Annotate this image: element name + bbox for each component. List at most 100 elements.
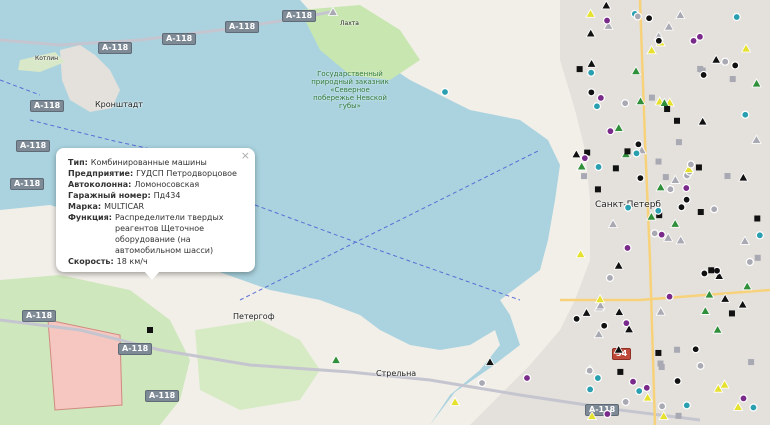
vehicle-marker-icon[interactable]: [699, 70, 708, 80]
vehicle-marker-icon[interactable]: [728, 310, 735, 317]
vehicle-marker-icon[interactable]: [614, 306, 625, 316]
vehicle-marker-icon[interactable]: [673, 117, 680, 124]
vehicle-marker-icon[interactable]: [580, 154, 589, 163]
vehicle-marker-icon[interactable]: [601, 0, 612, 10]
vehicle-marker-icon[interactable]: [596, 93, 605, 103]
vehicle-marker-icon[interactable]: [655, 306, 666, 316]
vehicle-marker-icon[interactable]: [691, 345, 700, 354]
vehicle-marker-icon[interactable]: [697, 116, 708, 126]
vehicle-marker-icon[interactable]: [654, 206, 663, 215]
vehicle-marker-icon[interactable]: [617, 368, 624, 375]
vehicle-marker-icon[interactable]: [682, 183, 691, 193]
vehicle-marker-icon[interactable]: [731, 61, 740, 70]
vehicle-marker-icon[interactable]: [586, 58, 597, 68]
vehicle-marker-icon[interactable]: [740, 43, 752, 53]
vehicle-marker-icon[interactable]: [732, 401, 744, 411]
vehicle-marker-icon[interactable]: [682, 195, 691, 204]
vehicle-marker-icon[interactable]: [477, 378, 487, 388]
vehicle-marker-icon[interactable]: [742, 281, 753, 291]
vehicle-marker-icon[interactable]: [624, 148, 631, 155]
vehicle-marker-icon[interactable]: [657, 360, 664, 367]
vehicle-marker-icon[interactable]: [737, 299, 748, 309]
vehicle-marker-icon[interactable]: [748, 359, 755, 366]
vehicle-marker-icon[interactable]: [581, 173, 588, 180]
vehicle-marker-icon[interactable]: [657, 402, 667, 411]
vehicle-marker-icon[interactable]: [645, 14, 654, 23]
vehicle-marker-icon[interactable]: [654, 36, 663, 45]
vehicle-marker-icon[interactable]: [594, 162, 603, 172]
vehicle-marker-icon[interactable]: [607, 218, 619, 228]
vehicle-marker-icon[interactable]: [729, 76, 736, 83]
vehicle-marker-icon[interactable]: [700, 305, 711, 315]
vehicle-marker-icon[interactable]: [710, 54, 722, 64]
vehicle-marker-icon[interactable]: [719, 293, 731, 303]
vehicle-marker-icon[interactable]: [697, 209, 704, 216]
vehicle-marker-icon[interactable]: [613, 260, 624, 270]
vehicle-marker-icon[interactable]: [621, 397, 630, 407]
vehicle-marker-icon[interactable]: [576, 66, 583, 73]
vehicle-marker-icon[interactable]: [664, 106, 671, 113]
vehicle-marker-icon[interactable]: [655, 181, 666, 192]
vehicle-marker-icon[interactable]: [708, 267, 715, 274]
vehicle-marker-icon[interactable]: [636, 174, 645, 183]
vehicle-marker-icon[interactable]: [642, 383, 651, 392]
vehicle-marker-icon[interactable]: [646, 211, 657, 221]
vehicle-marker-icon[interactable]: [632, 149, 641, 158]
vehicle-marker-icon[interactable]: [682, 401, 691, 410]
vehicle-marker-icon[interactable]: [696, 361, 705, 370]
vehicle-marker-icon[interactable]: [635, 386, 644, 396]
vehicle-marker-icon[interactable]: [592, 102, 602, 111]
vehicle-marker-icon[interactable]: [602, 16, 612, 25]
vehicle-marker-icon[interactable]: [576, 161, 587, 171]
vehicle-marker-icon[interactable]: [724, 173, 731, 180]
vehicle-marker-icon[interactable]: [751, 134, 762, 144]
vehicle-marker-icon[interactable]: [594, 293, 606, 304]
vehicle-marker-icon[interactable]: [754, 254, 761, 261]
vehicle-marker-icon[interactable]: [751, 78, 762, 88]
vehicle-marker-icon[interactable]: [623, 243, 632, 253]
popup-close-icon[interactable]: ×: [241, 150, 250, 161]
vehicle-marker-icon[interactable]: [695, 32, 705, 41]
vehicle-marker-icon[interactable]: [655, 158, 662, 165]
vehicle-marker-icon[interactable]: [603, 409, 612, 419]
vehicle-marker-icon[interactable]: [484, 356, 496, 366]
vehicle-marker-icon[interactable]: [732, 12, 741, 22]
vehicle-marker-icon[interactable]: [572, 314, 581, 323]
vehicle-marker-icon[interactable]: [650, 229, 659, 238]
vehicle-marker-icon[interactable]: [739, 235, 751, 245]
vehicle-marker-icon[interactable]: [677, 203, 686, 212]
vehicle-marker-icon[interactable]: [147, 327, 153, 333]
vehicle-marker-icon[interactable]: [585, 366, 594, 375]
vehicle-marker-icon[interactable]: [675, 9, 686, 19]
vehicle-marker-icon[interactable]: [633, 12, 642, 21]
vehicle-marker-icon[interactable]: [674, 346, 681, 353]
vehicle-marker-icon[interactable]: [585, 8, 596, 18]
vehicle-marker-icon[interactable]: [605, 273, 615, 282]
vehicle-marker-icon[interactable]: [575, 248, 586, 259]
vehicle-marker-icon[interactable]: [755, 231, 764, 240]
vehicle-marker-icon[interactable]: [571, 148, 582, 159]
vehicle-marker-icon[interactable]: [586, 410, 598, 420]
vehicle-marker-icon[interactable]: [662, 174, 669, 181]
vehicle-marker-icon[interactable]: [700, 269, 709, 278]
vehicle-marker-icon[interactable]: [594, 186, 601, 193]
vehicle-marker-icon[interactable]: [663, 21, 675, 31]
vehicle-marker-icon[interactable]: [330, 354, 342, 364]
vehicle-marker-icon[interactable]: [712, 324, 723, 334]
vehicle-marker-icon[interactable]: [628, 377, 638, 386]
vehicle-marker-icon[interactable]: [658, 410, 669, 420]
vehicle-marker-icon[interactable]: [686, 160, 696, 169]
vehicle-marker-icon[interactable]: [655, 349, 662, 356]
vehicle-marker-icon[interactable]: [440, 87, 450, 97]
vehicle-marker-icon[interactable]: [670, 218, 681, 228]
vehicle-marker-icon[interactable]: [586, 385, 595, 394]
vehicle-marker-icon[interactable]: [581, 307, 592, 317]
vehicle-marker-icon[interactable]: [606, 127, 615, 136]
vehicle-marker-icon[interactable]: [593, 328, 604, 339]
vehicle-marker-icon[interactable]: [630, 65, 642, 76]
vehicle-marker-icon[interactable]: [749, 403, 758, 412]
vehicle-marker-icon[interactable]: [675, 139, 682, 146]
vehicle-marker-icon[interactable]: [657, 230, 666, 239]
vehicle-marker-icon[interactable]: [635, 95, 646, 106]
vehicle-marker-icon[interactable]: [710, 205, 719, 214]
